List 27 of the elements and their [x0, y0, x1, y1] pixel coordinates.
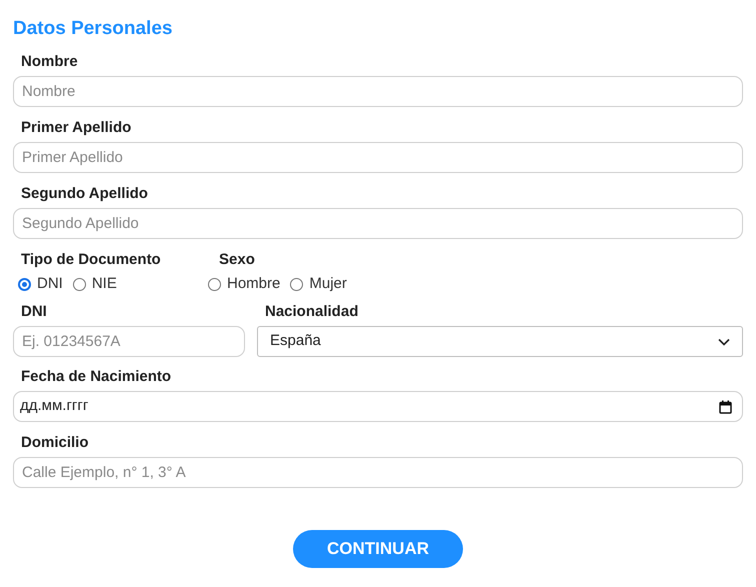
- radio-label[interactable]: NIE: [92, 274, 117, 294]
- field-label: Nombre: [20, 52, 79, 72]
- radio-button[interactable]: [72, 278, 86, 290]
- field-label: Segundo Apellido: [20, 184, 149, 204]
- radio-label[interactable]: DNI: [37, 274, 63, 294]
- group-label: Sexo: [218, 250, 256, 270]
- text-field[interactable]: Ej. 01234567A: [13, 326, 245, 357]
- text-field[interactable]: Primer Apellido: [13, 142, 743, 173]
- field-label: Primer Apellido: [20, 118, 132, 138]
- calendar-icon[interactable]: [719, 400, 732, 414]
- field-label: Nacionalidad: [264, 302, 360, 322]
- field-label: Domicilio: [20, 433, 90, 453]
- date-field[interactable]: дд.мм.гггг: [13, 391, 743, 422]
- chevron-down-icon: [718, 338, 730, 346]
- text-field[interactable]: Nombre: [13, 76, 743, 107]
- radio-label[interactable]: Mujer: [309, 274, 347, 294]
- field-label: DNI: [20, 302, 48, 322]
- nationality-select[interactable]: España: [257, 326, 743, 357]
- radio-button[interactable]: [208, 278, 221, 290]
- form-title: Datos Personales: [13, 17, 174, 41]
- text-field[interactable]: Calle Ejemplo, n° 1, 3° A: [13, 457, 743, 488]
- text-field[interactable]: Segundo Apellido: [13, 208, 743, 239]
- field-label: Fecha de Nacimiento: [20, 367, 172, 387]
- group-label: Tipo de Documento: [20, 250, 162, 270]
- radio-label[interactable]: Hombre: [227, 274, 280, 294]
- radio-button[interactable]: [18, 278, 31, 290]
- radio-button[interactable]: [290, 278, 304, 290]
